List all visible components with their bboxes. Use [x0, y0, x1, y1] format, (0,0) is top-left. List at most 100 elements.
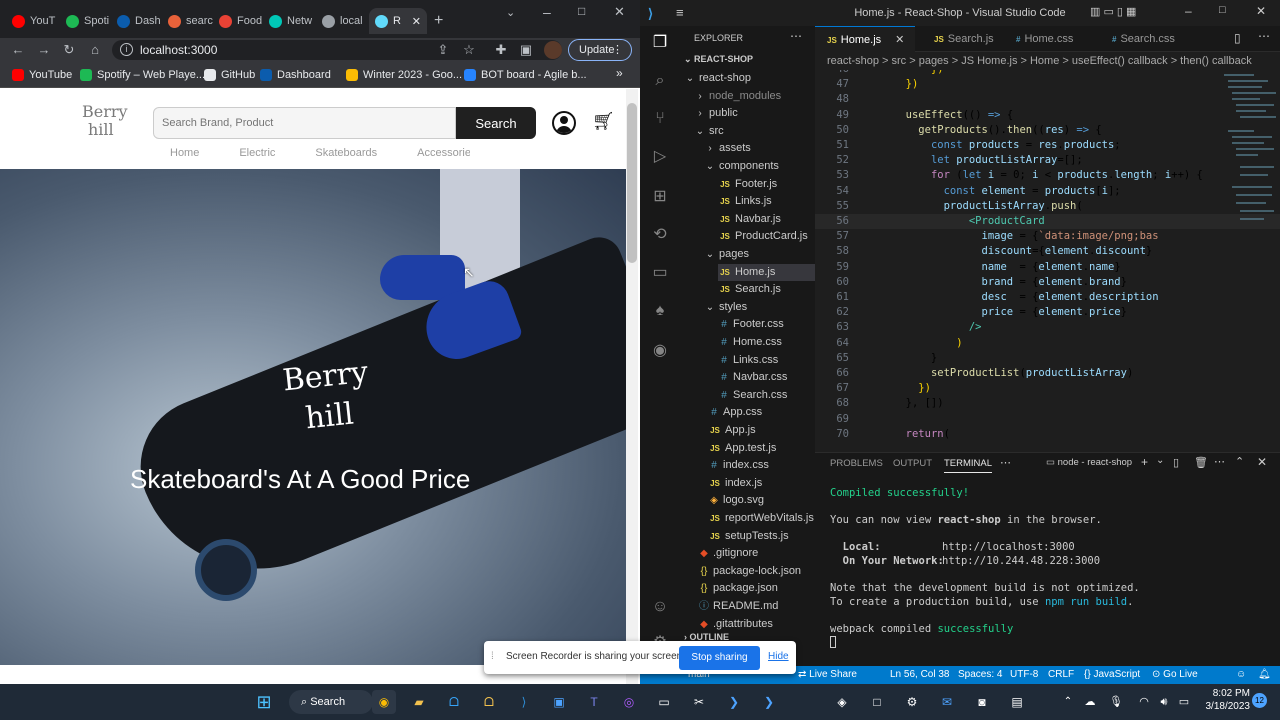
maximize-icon[interactable]: □: [578, 4, 585, 18]
search-button[interactable]: Search: [456, 107, 536, 139]
extensions-icon[interactable]: ⊞: [649, 186, 671, 208]
snipping-tool-icon[interactable]: ✂: [687, 690, 711, 714]
ms-store-icon[interactable]: ▣: [547, 690, 571, 714]
more-bookmarks-icon[interactable]: »: [616, 66, 623, 80]
code-line[interactable]: 50 getProducts().then((res) => {: [815, 123, 1280, 138]
terminal-network-url[interactable]: http://10.244.48.228:3000: [942, 555, 1100, 567]
file-tree-item[interactable]: JS Links.js: [718, 193, 772, 210]
file-tree-item[interactable]: JS Footer.js: [718, 176, 777, 193]
profile-avatar[interactable]: [544, 41, 562, 59]
terminal-icon[interactable]: ▭: [649, 262, 671, 284]
file-tree-item[interactable]: ◈ logo.svg: [708, 492, 764, 509]
terminal-app-icon[interactable]: ▭: [652, 690, 676, 714]
bookmark-item[interactable]: Spotify – Web Playe...: [80, 67, 205, 83]
trash-icon[interactable]: 🗑︎: [1194, 456, 1208, 469]
file-tree-item[interactable]: # Navbar.css: [718, 369, 787, 386]
file-tree-item[interactable]: ⌄ src: [694, 123, 724, 140]
update-button[interactable]: Update ⋮: [568, 39, 632, 61]
file-tree-item[interactable]: ⌄ pages: [704, 246, 749, 263]
close-window-icon[interactable]: ✕: [1256, 4, 1266, 18]
run-debug-icon[interactable]: ▷: [649, 146, 671, 168]
remote-explorer-icon[interactable]: ⟲: [649, 224, 671, 246]
stop-sharing-button[interactable]: Stop sharing: [679, 646, 760, 670]
app-icon[interactable]: ◈: [830, 690, 854, 714]
bookmark-item[interactable]: Winter 2023 - Goo...: [346, 67, 462, 83]
workspace-root[interactable]: ⌄ REACT-SHOP: [684, 54, 753, 65]
search-icon[interactable]: ⌕: [649, 70, 671, 92]
github-desktop-icon[interactable]: ◎: [617, 690, 641, 714]
share-icon[interactable]: ⇪: [433, 40, 453, 60]
file-explorer-icon[interactable]: ▰: [407, 690, 431, 714]
status-encoding[interactable]: UTF-8: [1010, 666, 1038, 684]
forward-icon[interactable]: →: [34, 40, 54, 60]
app-icon[interactable]: ◙: [970, 690, 994, 714]
editor-more-icon[interactable]: ⋯: [1258, 29, 1270, 43]
windows-start-icon[interactable]: ⊞: [252, 690, 276, 714]
file-tree-item[interactable]: › assets: [704, 140, 750, 157]
app-icon[interactable]: □: [865, 690, 889, 714]
code-line[interactable]: 58 discount={element.discount}: [815, 244, 1280, 259]
tab-search-chevron-icon[interactable]: ⌄: [506, 6, 515, 19]
accounts-icon[interactable]: ☺: [649, 596, 671, 618]
code-line[interactable]: 51 const products = res.products;: [815, 138, 1280, 153]
tab-close-icon[interactable]: ✕: [895, 34, 904, 46]
app-icon[interactable]: ▤: [1005, 690, 1029, 714]
hamburger-menu-icon[interactable]: ≡: [676, 5, 684, 20]
vscode-app-icon[interactable]: ⟩: [512, 690, 536, 714]
side-panel-icon[interactable]: ▣: [516, 40, 536, 60]
editor-tab[interactable]: # Home.css: [1004, 26, 1100, 52]
file-tree-item[interactable]: ◆ .gitattributes: [698, 616, 773, 633]
file-tree-item[interactable]: JS App.js: [708, 422, 755, 439]
new-tab-icon[interactable]: +: [434, 12, 443, 30]
reload-icon[interactable]: ↻: [59, 40, 79, 60]
maximize-panel-icon[interactable]: ⌃: [1235, 455, 1244, 468]
edge-icon[interactable]: ᗝ: [442, 690, 466, 714]
minimize-icon[interactable]: –: [1185, 4, 1192, 18]
cart-icon[interactable]: 🛒︎: [592, 111, 615, 132]
browser-tab[interactable]: R ✕: [369, 8, 427, 34]
minimize-icon[interactable]: –: [543, 4, 551, 20]
code-line[interactable]: 69: [815, 412, 1280, 427]
microphone-icon[interactable]: 🎙︎: [1108, 690, 1124, 714]
bookmark-star-icon[interactable]: ☆: [459, 40, 479, 60]
browser-tab[interactable]: Spoti: [60, 8, 111, 34]
file-tree-item[interactable]: # Links.css: [718, 352, 778, 369]
editor-tab[interactable]: JS Search.js: [922, 26, 1004, 52]
file-tree-item[interactable]: JS reportWebVitals.js: [708, 510, 814, 527]
search-input[interactable]: [153, 107, 456, 139]
close-panel-icon[interactable]: ✕: [1257, 455, 1267, 469]
code-line[interactable]: 54 const element = products[i];: [815, 184, 1280, 199]
file-tree-item[interactable]: {} package.json: [698, 580, 778, 597]
category-link[interactable]: Accessories: [417, 147, 470, 159]
code-line[interactable]: 53 for (let i = 0; i < products.length; …: [815, 168, 1280, 183]
edge-dev-icon[interactable]: ᗝ: [477, 690, 501, 714]
bookmark-item[interactable]: GitHub: [204, 67, 255, 83]
code-editor[interactable]: 46 })47 })4849 useEffect(() => {50 getPr…: [815, 70, 1280, 448]
status-go-live[interactable]: ⊙ Go Live: [1152, 666, 1198, 684]
panel-tab[interactable]: TERMINAL: [944, 458, 993, 473]
back-icon[interactable]: ←: [8, 40, 28, 60]
close-window-icon[interactable]: ✕: [614, 4, 625, 20]
powershell-icon[interactable]: ❯: [722, 690, 746, 714]
file-tree-item[interactable]: JS Search.js: [718, 281, 781, 298]
code-line[interactable]: 56 <ProductCard: [815, 214, 1280, 230]
teams-icon[interactable]: T: [582, 690, 606, 714]
file-tree-item[interactable]: JS Navbar.js: [718, 211, 781, 228]
status-spaces[interactable]: Spaces: 4: [958, 666, 1002, 684]
feedback-icon[interactable]: ☺: [1236, 666, 1246, 684]
file-tree-item[interactable]: # index.css: [708, 457, 769, 474]
home-icon[interactable]: ⌂: [85, 40, 105, 60]
status-language[interactable]: {} JavaScript: [1084, 666, 1140, 684]
volume-icon[interactable]: 🔊︎: [1156, 690, 1172, 714]
settings-gear-icon[interactable]: ⚙: [900, 690, 924, 714]
split-editor-icon[interactable]: ▯: [1234, 31, 1241, 45]
code-line[interactable]: 62 price = {element.price}: [815, 305, 1280, 320]
browser-tab[interactable]: Netw: [263, 8, 316, 34]
new-terminal-icon[interactable]: +: [1141, 455, 1148, 469]
maximize-icon[interactable]: □: [1219, 4, 1226, 16]
breadcrumb[interactable]: react-shop > src > pages > JS Home.js > …: [815, 52, 1280, 70]
file-tree-item[interactable]: # Footer.css: [718, 316, 784, 333]
code-line[interactable]: 49 useEffect(() => {: [815, 108, 1280, 123]
code-line[interactable]: 52 let productListArray=[];: [815, 153, 1280, 168]
status-eol[interactable]: CRLF: [1048, 666, 1074, 684]
